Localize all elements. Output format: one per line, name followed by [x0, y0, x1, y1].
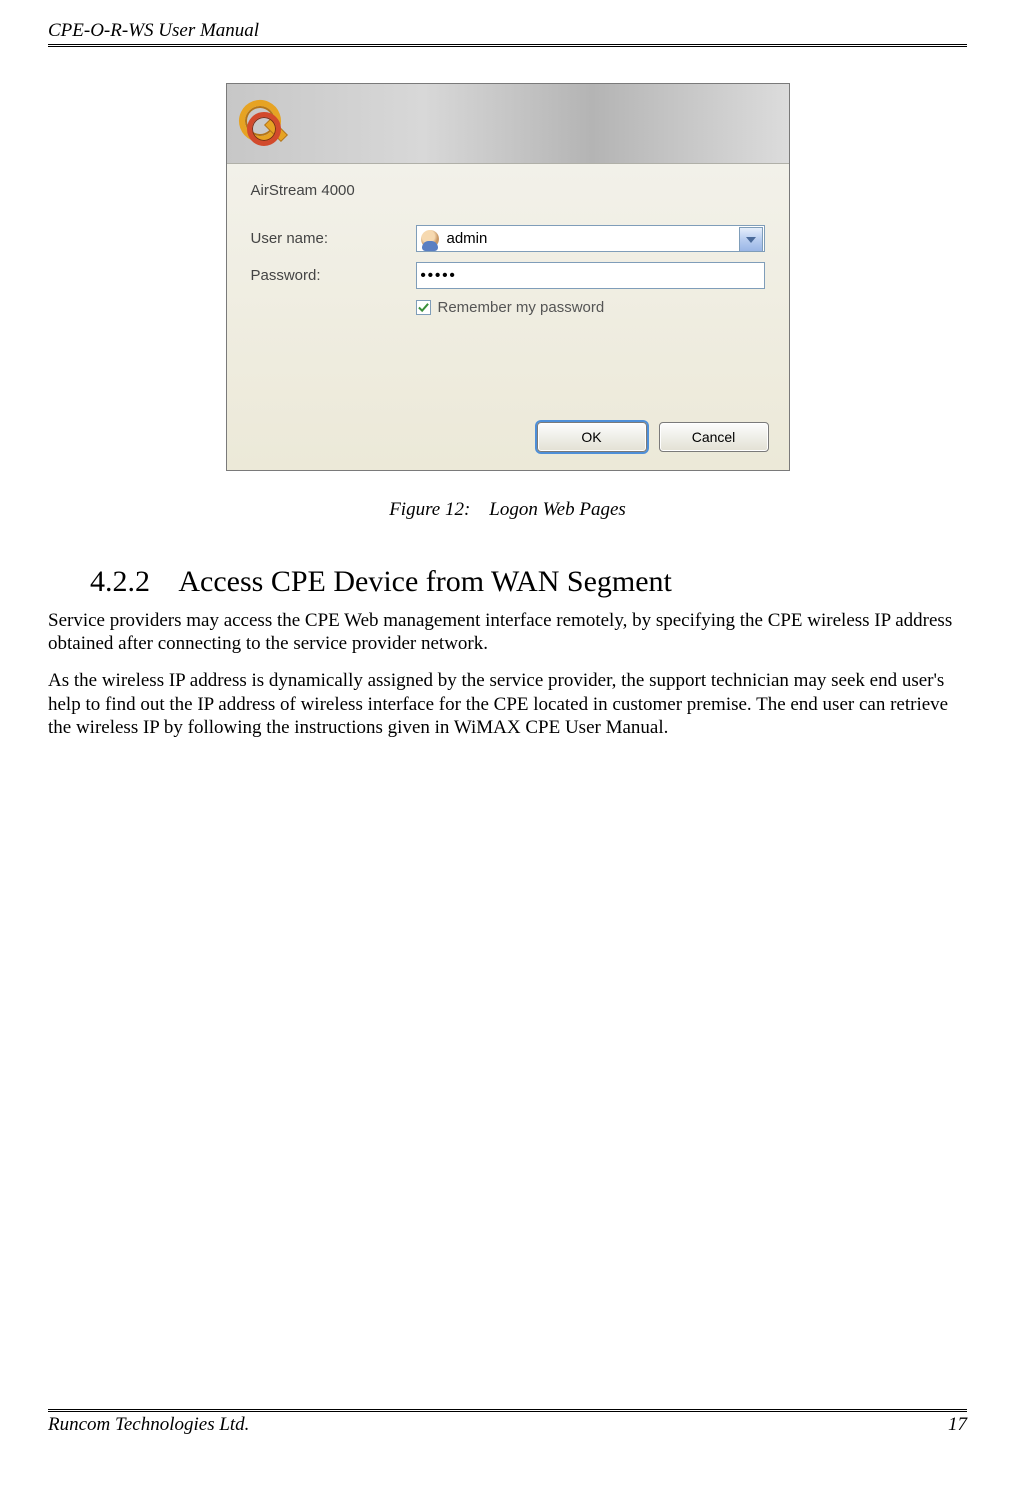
- figure-title: Logon Web Pages: [489, 499, 626, 520]
- dialog-button-row: OK Cancel: [537, 422, 769, 452]
- footer-page: 17: [948, 1414, 967, 1436]
- login-dialog: AirStream 4000 User name: admin Password…: [226, 83, 790, 471]
- remember-checkbox[interactable]: [416, 300, 431, 315]
- page-footer: Runcom Technologies Ltd. 17: [48, 1409, 967, 1436]
- body-paragraph-1: Service providers may access the CPE Web…: [48, 609, 967, 655]
- password-row: Password: •••••: [251, 262, 765, 289]
- ok-button[interactable]: OK: [537, 422, 647, 452]
- header-title: CPE-O-R-WS User Manual: [48, 20, 259, 41]
- body-paragraph-2: As the wireless IP address is dynamicall…: [48, 669, 967, 739]
- keys-icon: [239, 92, 291, 152]
- site-name: AirStream 4000: [251, 182, 765, 199]
- check-icon: [418, 302, 429, 313]
- password-label: Password:: [251, 267, 416, 284]
- section-number: 4.2.2: [90, 565, 150, 598]
- username-value: admin: [447, 230, 488, 247]
- form-area: AirStream 4000 User name: admin Password…: [227, 164, 789, 316]
- section-title: Access CPE Device from WAN Segment: [178, 565, 672, 598]
- username-row: User name: admin: [251, 225, 765, 252]
- password-value: •••••: [421, 267, 457, 284]
- username-dropdown-button[interactable]: [739, 227, 763, 252]
- chevron-down-icon: [746, 237, 756, 243]
- figure-label: Figure 12:: [389, 499, 470, 520]
- cancel-button[interactable]: Cancel: [659, 422, 769, 452]
- user-icon: [421, 230, 439, 248]
- username-input[interactable]: admin: [416, 225, 765, 252]
- remember-label: Remember my password: [438, 299, 605, 316]
- cancel-button-label: Cancel: [692, 429, 736, 445]
- figure-block: AirStream 4000 User name: admin Password…: [48, 83, 967, 521]
- dialog-banner: [227, 84, 789, 164]
- section-heading: 4.2.2 Access CPE Device from WAN Segment: [90, 565, 967, 599]
- password-input[interactable]: •••••: [416, 262, 765, 289]
- ok-button-label: OK: [581, 429, 601, 445]
- remember-row[interactable]: Remember my password: [416, 299, 765, 316]
- username-label: User name:: [251, 230, 416, 247]
- page-header: CPE-O-R-WS User Manual: [48, 20, 967, 47]
- footer-company: Runcom Technologies Ltd.: [48, 1414, 249, 1436]
- figure-caption: Figure 12: Logon Web Pages: [389, 499, 626, 521]
